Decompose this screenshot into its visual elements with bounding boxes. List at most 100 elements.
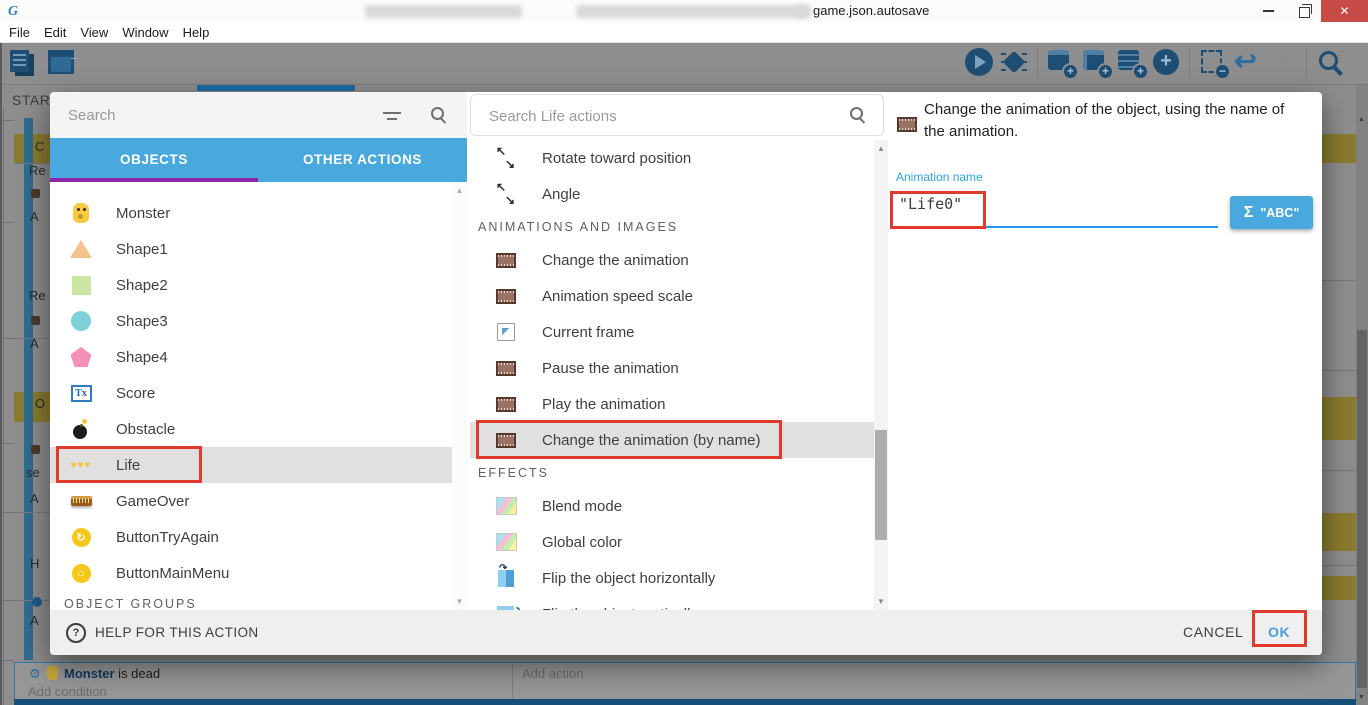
toolbar-left [8,47,76,77]
film-icon [495,286,517,306]
close-icon [1339,2,1349,20]
rotate-arrow-icon [495,148,517,168]
object-item-shape1[interactable]: Shape1 [50,231,452,267]
object-item-obstacle[interactable]: Obstacle [50,411,452,447]
action-item-current-frame[interactable]: Current frame [470,314,874,350]
toolbar-separator [1306,47,1307,77]
window-titlebar: game.json.autosave [0,0,1368,22]
animation-name-input[interactable] [897,194,1211,214]
expression-editor-button[interactable]: Σ "ABC" [1230,196,1313,229]
object-label: Shape4 [116,349,168,366]
search-icon[interactable] [849,106,867,124]
object-label: Monster [116,205,170,222]
action-label: Pause the animation [542,360,679,377]
action-cell[interactable]: Add action [513,663,1355,699]
action-item-change-the-animation[interactable]: Change the animation [470,242,874,278]
action-list-scrollbar[interactable] [874,140,888,610]
debug-button[interactable] [999,47,1029,77]
action-item-blend-mode[interactable]: Blend mode [470,488,874,524]
ok-button[interactable]: OK [1268,610,1290,655]
redo-icon [1268,47,1298,77]
add-action-placeholder[interactable]: Add action [522,666,583,681]
play-button[interactable] [964,47,994,77]
action-item-pause-the-animation[interactable]: Pause the animation [470,350,874,386]
event-sheet-scrollbar[interactable] [1356,85,1368,705]
restore-button[interactable] [1288,0,1321,22]
object-list: Monster Shape1Shape2 Shape3 Shape4 Score Obst… [50,182,452,610]
object-label: Obstacle [116,421,175,438]
object-item-gameover[interactable]: GameOver [50,483,452,519]
add-comment-button[interactable] [1116,47,1146,77]
dialog-footer: HELP FOR THIS ACTION CANCEL OK [50,610,1322,655]
action-item-flip-the-object-horizontally[interactable]: Flip the object horizontally [470,560,874,596]
menu-edit[interactable]: Edit [37,25,73,40]
condition-cell[interactable]: Monster is dead Add condition [15,663,513,699]
scroll-down-icon[interactable] [1356,691,1368,705]
delete-event-button[interactable] [1198,47,1228,77]
menu-bar: FileEditViewWindowHelp [0,22,1368,43]
tab-objects[interactable]: OBJECTS [50,138,258,182]
objects-search-input[interactable] [66,103,350,127]
action-item-global-color[interactable]: Global color [470,524,874,560]
minimize-button[interactable] [1248,0,1288,22]
object-label: Shape3 [116,313,168,330]
actions-search-input[interactable] [487,104,811,128]
action-item-play-the-animation[interactable]: Play the animation [470,386,874,422]
add-circle-button[interactable] [1151,47,1181,77]
comment-row-fragment [1322,134,1356,163]
help-button[interactable]: HELP FOR THIS ACTION [66,610,259,655]
add-comment-icon [1116,47,1146,77]
object-label: Life [116,457,140,474]
object-list-scrollbar[interactable] [452,182,467,610]
action-item-rotate-toward-position[interactable]: Rotate toward position [470,140,874,176]
window-title: game.json.autosave [813,3,929,18]
banner-icon [70,490,92,512]
row-separator [1322,280,1356,281]
object-item-monster[interactable]: Monster [50,195,452,231]
object-item-shape2[interactable]: Shape2 [50,267,452,303]
scrollbar-thumb[interactable] [1357,330,1367,688]
object-item-score[interactable]: Score [50,375,452,411]
event-mini-icon [31,316,40,325]
search-button[interactable] [1315,47,1345,77]
menu-file[interactable]: File [2,25,37,40]
search-icon[interactable] [430,106,448,124]
film-icon [495,430,517,450]
row-separator [1322,370,1356,371]
action-item-animation-speed-scale[interactable]: Animation speed scale [470,278,874,314]
action-item-flip-the-object-vertically[interactable]: Flip the object vertically [470,596,874,610]
scroll-up-icon[interactable] [1356,113,1368,127]
add-condition-placeholder[interactable]: Add condition [28,684,107,699]
object-item-shape3[interactable]: Shape3 [50,303,452,339]
object-groups-header: OBJECT GROUPS [50,591,452,610]
cancel-button[interactable]: CANCEL [1183,610,1243,655]
events-editor-button[interactable] [8,47,38,77]
flip-v-icon [496,603,516,610]
event-row-monster-dead[interactable]: Monster is dead Add condition Add action [14,662,1356,700]
scrollbar-thumb[interactable] [875,430,887,540]
row-separator [14,512,50,513]
undo-button[interactable] [1233,47,1263,77]
event-tree-tick [3,660,14,661]
object-item-buttontryagain[interactable]: ButtonTryAgain [50,519,452,555]
filter-icon[interactable] [382,107,402,123]
application-window: game.json.autosave FileEditViewWindowHel… [0,0,1368,705]
event-tree-line [3,108,4,705]
add-event-button[interactable] [1046,47,1076,77]
object-label: ButtonTryAgain [116,529,219,546]
input-underline [896,226,1218,228]
menu-view[interactable]: View [73,25,115,40]
object-item-buttonmainmenu[interactable]: ButtonMainMenu [50,555,452,591]
menu-window[interactable]: Window [115,25,175,40]
action-item-angle[interactable]: Angle [470,176,874,212]
redo-button[interactable] [1268,47,1298,77]
action-item-change-the-animation-by-name[interactable]: Change the animation (by name) [470,422,874,458]
menu-help[interactable]: Help [176,25,217,40]
object-item-shape4[interactable]: Shape4 [50,339,452,375]
close-button[interactable] [1321,0,1368,22]
tab-other-actions[interactable]: OTHER ACTIONS [258,138,467,182]
add-subevent-button[interactable] [1081,47,1111,77]
scene-editor-button[interactable] [46,47,76,77]
object-item-life[interactable]: Life [50,447,452,483]
event-text-fragment: H [30,556,39,571]
